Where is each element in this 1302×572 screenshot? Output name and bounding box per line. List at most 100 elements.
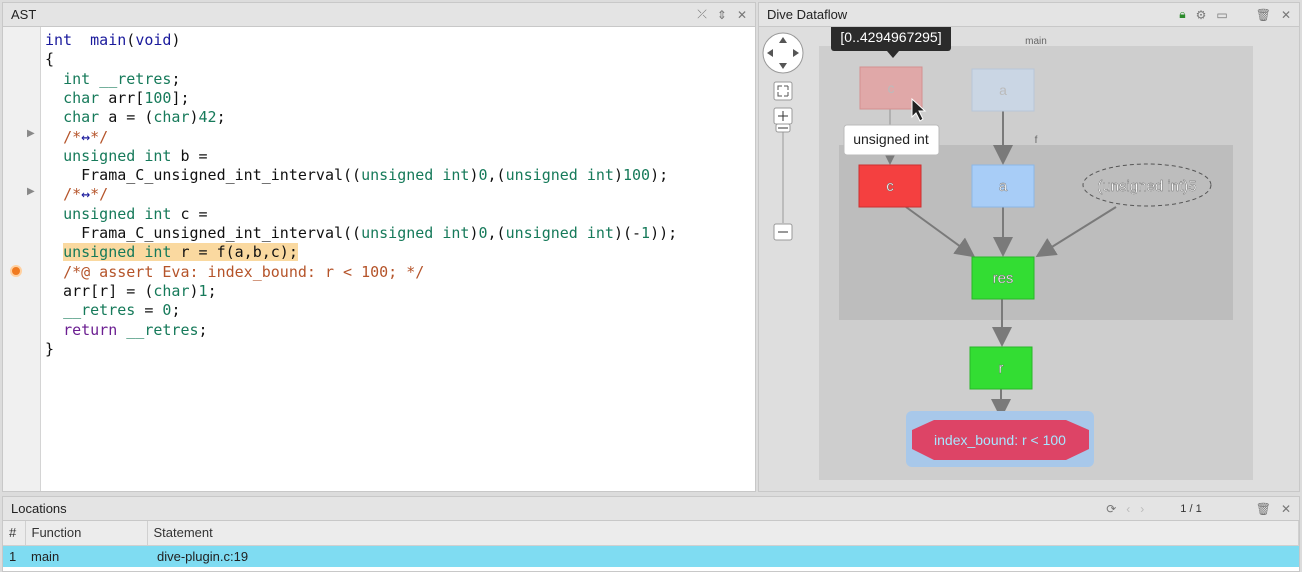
code-line[interactable]: { [45,50,54,69]
table-row[interactable]: 1 main dive-plugin.c:19 [3,545,1299,567]
code-token: char [63,108,100,127]
code-token: arr[r] = ( [45,281,154,300]
code-token: ; [198,320,208,339]
code-token: unsigned int [63,204,172,223]
code-token: unsigned int [505,166,614,185]
pager-label: 1 / 1 [1180,502,1202,515]
code-token: 1 [641,224,651,242]
ast-gutter: ▶ ▶ [3,27,41,491]
locations-header: Locations ⟳ ‹ › 1 / 1 🗑︎ ✕ [3,497,1299,521]
code-token: { [45,50,55,69]
fit-button[interactable] [773,81,793,101]
graph-canvas[interactable]: main f c a c a (unsigned int)5 res r ind… [759,23,1299,491]
code-token: */ [90,185,109,204]
code-line[interactable]: __retres = 0; [45,301,180,320]
code-token: ↔ [81,185,91,204]
node-r-label: r [999,360,1004,377]
code-token: ]; [171,88,190,107]
code-token: unsigned int [361,166,470,185]
dive-title: Dive Dataflow [767,7,848,22]
alarm-marker-icon[interactable] [10,265,22,277]
code-token: unsigned int [505,224,614,242]
node-cast-label: (unsigned int)5 [1097,178,1196,195]
code-token: __retres [63,301,136,320]
code-token: ) [171,31,181,49]
lock-icon[interactable]: 🔒︎ [1179,7,1185,22]
collapse-icon[interactable]: ⤫ [697,7,707,22]
code-line[interactable]: /*↔*/ [45,128,108,147]
code-line[interactable]: int __retres; [45,70,180,89]
fold-toggle-icon[interactable]: ▶ [27,186,35,197]
code-line[interactable]: int main(void) [45,31,180,50]
ast-code[interactable]: int main(void){ int __retres; char arr[1… [41,27,755,491]
cell-statement: dive-plugin.c:19 [147,545,1299,567]
close-icon[interactable]: ✕ [1281,8,1291,22]
ast-header: AST ⤫ ⇕ ✕ [3,3,755,27]
code-token: char [153,108,190,127]
close-icon[interactable]: ✕ [1281,502,1291,516]
code-token: unsigned int [63,243,172,262]
code-token: ,( [487,224,506,242]
code-token: /* [63,185,82,204]
zoom-in-button[interactable] [773,107,793,125]
refresh-icon[interactable]: ⟳ [1106,502,1116,516]
locations-table: # Function Statement 1 main dive-plugin.… [3,521,1299,567]
expand-icon[interactable]: ⇕ [717,8,727,22]
cell-function: main [25,545,147,567]
fold-toggle-icon[interactable]: ▶ [27,128,35,139]
code-line[interactable]: char a = (char)42; [45,108,226,127]
code-token: char [153,281,190,300]
code-line[interactable]: unsigned int c = [45,205,208,224]
code-line[interactable]: return __retres; [45,321,208,340]
code-token: ; [171,69,181,88]
close-icon[interactable]: ✕ [737,8,747,22]
node-c-label: c [886,178,894,195]
code-token: ); [650,166,669,185]
ast-panel: AST ⤫ ⇕ ✕ ▶ ▶ int main(void){ int __retr… [2,2,756,492]
code-token: 0 [478,224,488,242]
next-icon[interactable]: › [1140,502,1144,516]
code-token: ( [126,31,136,49]
col-header-statement[interactable]: Statement [147,521,1299,546]
gear-icon[interactable]: ⚙ [1196,8,1207,22]
code-token: int [63,69,91,88]
code-line[interactable]: } [45,340,54,359]
col-header-index[interactable]: # [3,521,26,546]
col-header-function[interactable]: Function [25,521,148,546]
monitor-icon[interactable]: ▭ [1216,8,1227,22]
code-token: main [90,31,127,49]
zoom-out-button[interactable] [773,223,793,241]
node-c-ghost-label: c [888,80,895,96]
code-line[interactable]: unsigned int b = [45,147,208,166]
cluster-f-label: f [1035,135,1038,146]
code-token: /* [63,127,82,146]
code-token: Frama_C_unsigned_int_interval(( [45,224,362,242]
node-a-ghost-label: a [999,82,1007,98]
prev-icon[interactable]: ‹ [1126,502,1130,516]
code-token: ; [216,108,226,127]
code-line[interactable]: /*↔*/ [45,185,108,204]
dive-panel: Dive Dataflow 🔒︎ ⚙ ▭ 🗑︎ ✕ main f c a c a… [758,2,1300,492]
code-token: /*@ assert Eva: index_bound: r < 100; */ [63,262,425,281]
trash-icon[interactable]: 🗑︎ [1256,8,1271,22]
code-token: 42 [198,108,217,127]
code-line[interactable]: arr[r] = (char)1; [45,282,217,301]
pan-control[interactable] [762,32,804,74]
trash-icon[interactable]: 🗑︎ [1256,502,1271,516]
code-token: } [45,339,55,358]
code-line[interactable]: Frama_C_unsigned_int_interval((unsigned … [45,166,668,185]
code-line[interactable]: Frama_C_unsigned_int_interval(( unsigned … [45,224,677,243]
code-line[interactable]: char arr[100]; [45,88,190,108]
code-token: r = f(a,b,c); [171,243,298,262]
node-a-label: a [999,178,1008,195]
code-token: ) [613,166,623,185]
code-token: unsigned int [63,146,172,165]
code-line[interactable]: /*@ assert Eva: index_bound: r < 100; */ [45,263,424,282]
code-line[interactable]: unsigned int r = f(a,b,c); [45,243,298,262]
